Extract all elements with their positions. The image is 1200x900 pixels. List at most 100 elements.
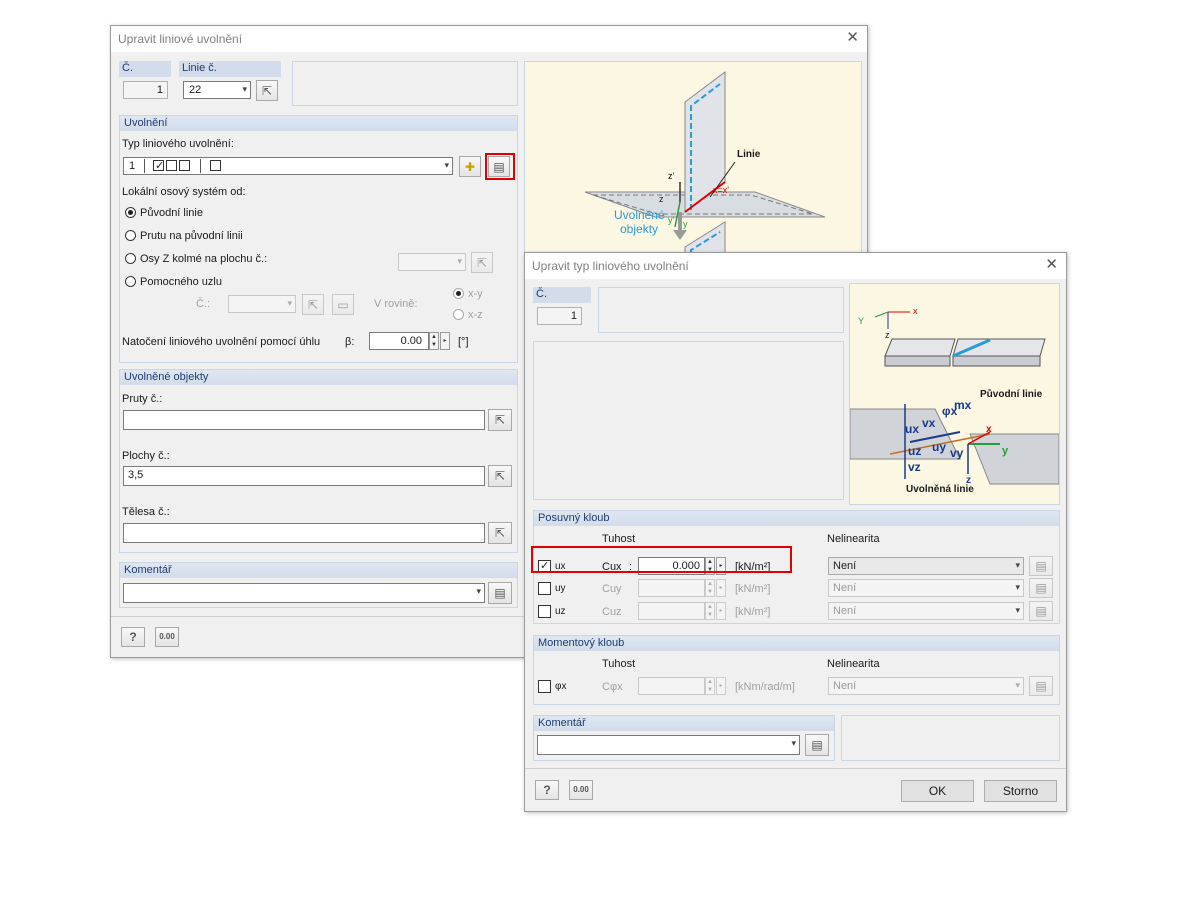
beta-label: β: xyxy=(345,336,355,348)
radio-plane-xy[interactable] xyxy=(453,288,464,299)
label-vx: vx xyxy=(922,416,936,430)
help-button[interactable]: ? xyxy=(535,780,559,800)
comment-select[interactable]: ▾ xyxy=(537,735,800,755)
comment-select[interactable]: ▾ xyxy=(123,583,485,603)
plane-xy-label: x-y xyxy=(468,288,483,300)
close-icon[interactable]: ✕ xyxy=(846,30,859,45)
plate-left-side xyxy=(884,355,951,367)
chevron-down-icon: ▾ xyxy=(1015,680,1020,690)
label-z-top: z xyxy=(885,330,890,340)
line-label: Linie č. xyxy=(182,62,217,74)
pick-line-button[interactable]: ⇱ xyxy=(256,80,278,101)
no-field: 1 xyxy=(537,307,582,325)
cphix-input[interactable] xyxy=(638,677,705,695)
help-icon: ? xyxy=(129,630,137,644)
ok-button[interactable]: OK xyxy=(901,780,974,802)
beta-input[interactable]: 0.00 xyxy=(369,332,429,350)
node-select[interactable]: ▾ xyxy=(228,295,296,313)
close-icon[interactable]: ✕ xyxy=(1045,257,1058,272)
radio-zaxis-label: Osy Z kolmé na plochu č.: xyxy=(140,253,268,265)
uy-nonlinearity-select[interactable]: Není ▾ xyxy=(828,579,1024,597)
chevron-down-icon: ▾ xyxy=(1015,605,1020,615)
cuz-spinner[interactable]: ▲ ▼ xyxy=(705,602,715,620)
pick-surface-button[interactable]: ⇱ xyxy=(471,252,493,273)
ux-nonlinearity-select[interactable]: Není ▾ xyxy=(828,557,1024,575)
surfaces-input[interactable]: 3,5 xyxy=(123,466,485,486)
cuz-input[interactable] xyxy=(638,602,705,620)
new-node-button[interactable]: ▭ xyxy=(332,294,354,315)
cuz-unit: [kN/m²] xyxy=(735,606,771,618)
line-header: Linie č. xyxy=(179,61,281,77)
divider xyxy=(144,159,145,173)
cuy-input[interactable] xyxy=(638,579,705,597)
pick-surfaces-button[interactable]: ⇱ xyxy=(488,465,512,487)
cuy-label: Cuy xyxy=(602,583,622,595)
members-input[interactable] xyxy=(123,410,485,430)
uy-checkbox[interactable] xyxy=(538,582,551,595)
radio-original-line-label: Původní linie xyxy=(140,207,203,219)
label-ax-x: x xyxy=(986,424,992,435)
pick-node-button[interactable]: ⇱ xyxy=(302,294,324,315)
new-icon: ✚ xyxy=(464,159,476,174)
comment-title: Komentář xyxy=(124,564,172,576)
no-header: Č. xyxy=(533,287,591,303)
radio-plane-xz[interactable] xyxy=(453,309,464,320)
release-type-select[interactable]: 1 ▾ xyxy=(123,157,453,175)
cursor-pick-icon: ⇱ xyxy=(307,297,319,312)
beta-arrow[interactable]: ▸ xyxy=(440,332,450,350)
comment-library-button[interactable]: ▤ xyxy=(488,582,512,604)
chevron-down-icon: ▾ xyxy=(476,586,481,596)
cuy-arrow[interactable]: ▸ xyxy=(716,579,726,597)
solids-input[interactable] xyxy=(123,523,485,543)
arrow-down-head xyxy=(673,230,687,240)
uz-nonlinearity-select[interactable]: Není ▾ xyxy=(828,602,1024,620)
label-z: z xyxy=(659,194,664,204)
phix-nonlinearity-value: Není xyxy=(833,680,857,692)
cphix-arrow[interactable]: ▸ xyxy=(716,677,726,695)
radio-original-line[interactable] xyxy=(125,207,136,218)
phix-nonlinearity-select[interactable]: Není ▾ xyxy=(828,677,1024,695)
plate-left xyxy=(884,338,956,357)
label-phix: φx xyxy=(942,404,958,418)
units-button[interactable]: 0.00 xyxy=(569,780,593,800)
chevron-down-icon: ▾ xyxy=(242,84,247,94)
surface-select[interactable]: ▾ xyxy=(398,253,466,271)
uz-nonlinearity-value: Není xyxy=(833,605,857,617)
cphix-spinner[interactable]: ▲ ▼ xyxy=(705,677,715,695)
pick-solids-button[interactable]: ⇱ xyxy=(488,522,512,544)
radio-member[interactable] xyxy=(125,230,136,241)
label-zp: z' xyxy=(668,171,675,181)
beta-spinner[interactable]: ▲ ▼ xyxy=(429,332,439,350)
label-released: Uvolněné xyxy=(614,208,665,222)
new-release-type-button[interactable]: ✚ xyxy=(459,156,481,177)
comment-header: Komentář xyxy=(120,563,517,578)
cuz-arrow[interactable]: ▸ xyxy=(716,602,726,620)
radio-helper-node[interactable] xyxy=(125,276,136,287)
rotation-label: Natočení liniového uvolnění pomocí úhlu xyxy=(122,336,321,348)
label-y-top: Y xyxy=(858,316,865,326)
ux-nonlinearity-edit-button[interactable]: ▤ xyxy=(1029,556,1053,576)
comment-library-button[interactable]: ▤ xyxy=(805,734,829,756)
pick-members-button[interactable]: ⇱ xyxy=(488,409,512,431)
cancel-button[interactable]: Storno xyxy=(984,780,1057,802)
uz-nonlinearity-edit-button[interactable]: ▤ xyxy=(1029,601,1053,621)
library-icon: ▤ xyxy=(811,738,823,752)
units-button[interactable]: 0.00 xyxy=(155,627,179,647)
ux-nonlinearity-value: Není xyxy=(833,560,857,572)
nonlinearity-label: Nelinearita xyxy=(827,533,880,545)
phix-nonlinearity-edit-button[interactable]: ▤ xyxy=(1029,676,1053,696)
library-icon: ▤ xyxy=(494,586,506,600)
surfaces-value: 3,5 xyxy=(128,469,144,481)
uz-checkbox[interactable] xyxy=(538,605,551,618)
release-uy-checkbox xyxy=(166,160,177,171)
help-button[interactable]: ? xyxy=(121,627,145,647)
label-yp: y' xyxy=(668,215,675,225)
line-select[interactable]: 22 ▾ xyxy=(183,81,251,99)
moment-header: Momentový kloub xyxy=(534,636,1059,651)
uy-nonlinearity-edit-button[interactable]: ▤ xyxy=(1029,578,1053,598)
radio-zaxis[interactable] xyxy=(125,253,136,264)
moment-stiffness-label: Tuhost xyxy=(602,658,636,670)
phix-checkbox[interactable] xyxy=(538,680,551,693)
members-label: Pruty č.: xyxy=(122,393,163,405)
cuy-spinner[interactable]: ▲ ▼ xyxy=(705,579,715,597)
